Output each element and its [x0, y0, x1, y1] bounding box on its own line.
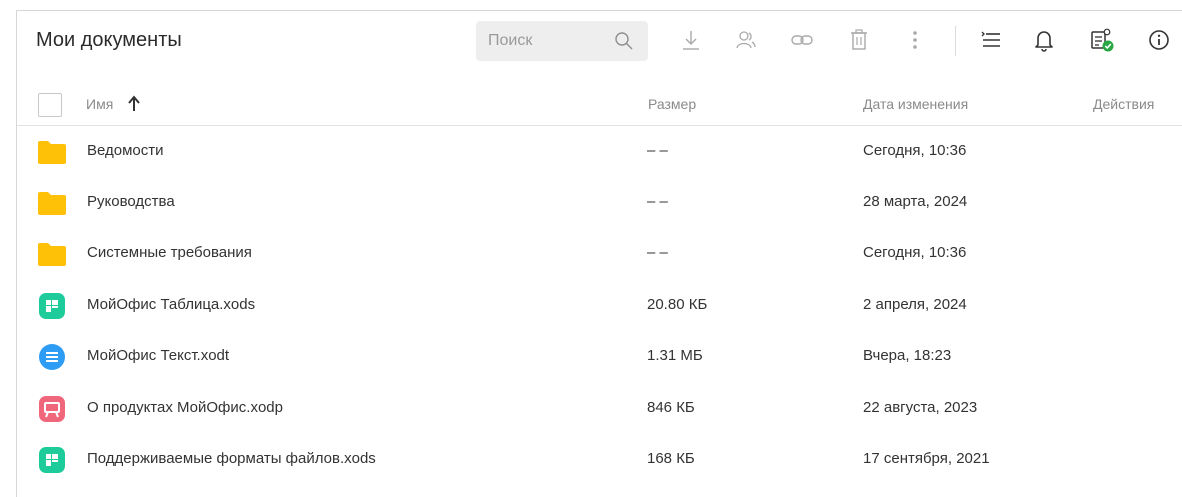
- sort-options-button[interactable]: [979, 28, 1003, 52]
- file-size: 20.80 КБ: [647, 296, 708, 313]
- more-button[interactable]: [903, 28, 927, 52]
- delete-button[interactable]: [847, 28, 871, 52]
- file-size: – –: [647, 193, 668, 210]
- tasks-check-icon: [1091, 28, 1114, 52]
- file-name: МойОфис Таблица.xods: [87, 296, 256, 313]
- share-button[interactable]: [734, 28, 758, 52]
- file-name: Ведомости: [87, 142, 164, 159]
- file-modified: Сегодня, 10:36: [863, 244, 967, 261]
- file-modified: 2 апреля, 2024: [863, 296, 967, 313]
- select-all-checkbox[interactable]: [38, 93, 62, 117]
- file-name: Руководства: [87, 193, 175, 210]
- column-header-size[interactable]: Размер: [648, 96, 696, 112]
- file-name: Поддерживаемые форматы файлов.xods: [87, 450, 376, 467]
- table-row[interactable]: Поддерживаемые форматы файлов.xods 168 К…: [17, 434, 1182, 485]
- file-name: О продуктах МойОфис.xodp: [87, 399, 283, 416]
- link-icon: [791, 35, 813, 45]
- spreadsheet-file-icon: [39, 293, 65, 319]
- table-row[interactable]: МойОфис Таблица.xods 20.80 КБ 2 апреля, …: [17, 280, 1182, 331]
- file-size: 846 КБ: [647, 399, 695, 416]
- info-icon: [1149, 30, 1169, 50]
- page-title: Мои документы: [36, 29, 182, 51]
- file-name: МойОфис Текст.xodt: [87, 347, 230, 364]
- more-vert-icon: [913, 31, 917, 49]
- table-row[interactable]: Руководства – – 28 марта, 2024: [17, 177, 1182, 228]
- text-document-file-icon: [39, 344, 65, 370]
- folder-icon: [38, 243, 66, 266]
- folder-icon: [38, 192, 66, 215]
- info-button[interactable]: [1147, 28, 1171, 52]
- table-row[interactable]: Системные требования – – Сегодня, 10:36: [17, 228, 1182, 279]
- folder-icon: [38, 141, 66, 164]
- spreadsheet-file-icon: [39, 447, 65, 473]
- file-name: Системные требования: [87, 244, 252, 261]
- table-header: Имя Размер Дата изменения Действия: [17, 82, 1182, 126]
- table-row[interactable]: О продуктах МойОфис.xodp 846 КБ 22 авгус…: [17, 383, 1182, 434]
- sort-list-icon: [981, 31, 1000, 47]
- file-size: – –: [647, 244, 668, 261]
- file-size: 1.31 МБ: [647, 347, 703, 364]
- download-button[interactable]: [679, 28, 703, 52]
- file-size: – –: [647, 142, 668, 159]
- table-row[interactable]: Ведомости – – Сегодня, 10:36: [17, 126, 1182, 177]
- copy-link-button[interactable]: [790, 28, 814, 52]
- file-size: 168 КБ: [647, 450, 695, 467]
- sort-ascending-icon[interactable]: [126, 94, 142, 112]
- file-modified: Вчера, 18:23: [863, 347, 952, 364]
- search-box[interactable]: [476, 21, 648, 61]
- download-icon: [683, 31, 699, 50]
- bell-icon: [1035, 31, 1053, 52]
- presentation-file-icon: [39, 396, 65, 422]
- toolbar-divider: [955, 26, 956, 56]
- file-modified: 17 сентября, 2021: [863, 450, 990, 467]
- table-row[interactable]: МойОфис Текст.xodt 1.31 МБ Вчера, 18:23: [17, 331, 1182, 382]
- file-modified: 22 августа, 2023: [863, 399, 978, 416]
- tasks-button[interactable]: [1090, 28, 1114, 52]
- column-header-actions: Действия: [1093, 96, 1155, 112]
- file-modified: Сегодня, 10:36: [863, 142, 967, 159]
- search-icon: [615, 32, 633, 50]
- search-input[interactable]: [488, 32, 608, 50]
- column-header-modified[interactable]: Дата изменения: [863, 96, 968, 112]
- column-header-name[interactable]: Имя: [86, 96, 113, 112]
- trash-icon: [851, 29, 867, 50]
- share-users-icon: [736, 31, 756, 49]
- file-modified: 28 марта, 2024: [863, 193, 968, 210]
- notifications-button[interactable]: [1032, 28, 1056, 52]
